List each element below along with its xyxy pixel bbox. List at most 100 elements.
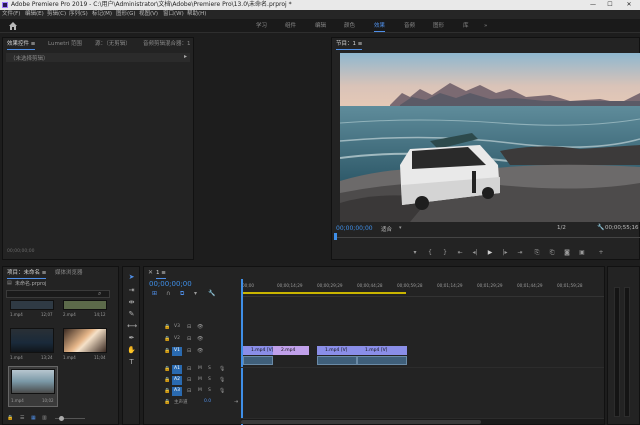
- pen-tool-icon[interactable]: ✒: [127, 334, 136, 343]
- go-to-out-icon[interactable]: ⇥: [516, 249, 524, 256]
- selection-tool-icon[interactable]: ➤: [127, 273, 136, 282]
- tab-media-browser[interactable]: 媒体浏览器: [55, 267, 83, 279]
- program-playhead-timecode[interactable]: 00;00;00;00: [336, 225, 373, 232]
- type-tool-icon[interactable]: T: [127, 358, 136, 367]
- project-thumb-5[interactable]: [11, 369, 55, 394]
- lock-icon[interactable]: 🔒: [164, 336, 170, 342]
- mute-button[interactable]: M: [198, 388, 202, 393]
- clip-3-a1[interactable]: [317, 356, 357, 365]
- mute-button[interactable]: M: [198, 377, 202, 382]
- list-view-icon[interactable]: ☰: [20, 415, 24, 421]
- maximize-button[interactable]: ☐: [603, 0, 617, 10]
- fit-chevron-down-icon[interactable]: ▾: [399, 225, 402, 231]
- add-button-icon[interactable]: +: [597, 249, 605, 256]
- clip-1-v1[interactable]: 1.mp4 [V]: [243, 346, 273, 355]
- track-select-tool-icon[interactable]: ⇥: [127, 286, 136, 295]
- voiceover-mic-icon[interactable]: 🎙: [219, 366, 225, 372]
- timeline-clip-video[interactable]: 1.mp4 [V] 2.mp4: [243, 346, 309, 355]
- expand-arrow-icon[interactable]: ▸: [184, 53, 187, 60]
- workspace-tab-color[interactable]: 颜色: [344, 19, 355, 33]
- tab-program[interactable]: 节目：1 ≡: [336, 38, 363, 50]
- workspace-tab-learn[interactable]: 学习: [256, 19, 267, 33]
- close-sequence-icon[interactable]: ✕: [148, 269, 153, 276]
- lock-icon[interactable]: 🔒: [164, 366, 170, 372]
- eye-icon[interactable]: 👁: [197, 324, 203, 330]
- add-marker-timeline-icon[interactable]: ▾: [194, 290, 197, 297]
- work-area-bar[interactable]: [241, 292, 406, 294]
- sync-lock-icon[interactable]: ⊟: [187, 388, 191, 394]
- timeline-horizontal-scrollbar[interactable]: [241, 418, 604, 424]
- extract-icon[interactable]: ⎗: [548, 249, 556, 257]
- sync-lock-icon[interactable]: ⊟: [187, 324, 191, 330]
- clip-3-v1[interactable]: 1.mp4 [V]: [317, 346, 357, 355]
- lock-icon[interactable]: 🔒: [164, 324, 170, 330]
- tab-project[interactable]: 项目：未命名 ≡: [7, 267, 47, 279]
- project-thumb-2[interactable]: [63, 300, 107, 310]
- clip-4-v1[interactable]: 1.mp4 [V]: [357, 346, 407, 355]
- menu-marker[interactable]: 标记(M): [92, 10, 112, 19]
- menu-window[interactable]: 窗口(W): [163, 10, 184, 19]
- sync-lock-icon[interactable]: ⊟: [187, 336, 191, 342]
- workspace-tab-editing[interactable]: 编辑: [315, 19, 326, 33]
- workspace-tab-audio[interactable]: 音频: [404, 19, 415, 33]
- zoom-slider-handle[interactable]: [59, 416, 64, 421]
- mute-button[interactable]: M: [198, 366, 202, 371]
- add-marker-icon[interactable]: ▾: [411, 249, 419, 256]
- search-icon[interactable]: ⌕: [98, 290, 101, 298]
- tab-audio-clip-mixer[interactable]: 音频剪辑混合器：1: [143, 38, 191, 50]
- project-thumb-1[interactable]: [10, 300, 54, 310]
- project-search-input[interactable]: [6, 290, 110, 298]
- workspace-tab-libraries[interactable]: 库: [463, 19, 469, 33]
- step-forward-icon[interactable]: |▸: [501, 249, 509, 256]
- snap-magnet-icon[interactable]: ∩: [166, 290, 170, 297]
- project-thumb-4[interactable]: [63, 328, 107, 353]
- time-ruler[interactable]: 00;00 00;00;14;29 00;00;29;29 00;00;44;2…: [241, 279, 604, 297]
- solo-button[interactable]: S: [208, 377, 211, 382]
- workspace-tab-graphics[interactable]: 图形: [433, 19, 444, 33]
- eye-icon[interactable]: 👁: [197, 336, 203, 342]
- master-volume-value[interactable]: 0.0: [204, 399, 211, 404]
- lock-icon[interactable]: 🔒: [164, 399, 170, 405]
- linked-selection-icon[interactable]: ⧉: [180, 290, 184, 298]
- lock-icon[interactable]: 🔒: [7, 415, 13, 421]
- export-frame-icon[interactable]: ◙: [563, 249, 571, 256]
- lock-icon[interactable]: 🔒: [164, 377, 170, 383]
- sync-lock-icon[interactable]: ⊟: [187, 377, 191, 383]
- minimize-button[interactable]: —: [586, 0, 600, 10]
- nest-toggle-icon[interactable]: ⊞: [152, 290, 157, 297]
- go-to-end-icon[interactable]: ⇥: [234, 399, 238, 405]
- menu-graphics[interactable]: 图形(G): [116, 10, 136, 19]
- go-to-in-icon[interactable]: ⇤: [456, 249, 464, 256]
- mark-in-icon[interactable]: {: [426, 249, 434, 256]
- fit-dropdown[interactable]: 适合: [381, 225, 392, 233]
- lock-icon[interactable]: 🔒: [164, 388, 170, 394]
- sync-lock-icon[interactable]: ⊟: [187, 348, 191, 354]
- tab-source[interactable]: 源：（无剪辑）: [95, 38, 131, 50]
- icon-view-icon[interactable]: ▦: [31, 415, 36, 421]
- tab-sequence[interactable]: 1 ≡: [156, 267, 166, 279]
- ripple-edit-tool-icon[interactable]: ⇹: [127, 298, 136, 307]
- menu-clip[interactable]: 剪辑(C): [47, 10, 66, 19]
- menu-edit[interactable]: 编辑(E): [25, 10, 44, 19]
- menu-view[interactable]: 视图(V): [139, 10, 158, 19]
- timeline-timecode[interactable]: 00;00;00;00: [149, 280, 192, 288]
- program-playhead[interactable]: [334, 233, 337, 240]
- step-back-icon[interactable]: ◂|: [471, 249, 479, 256]
- tab-lumetri-scopes[interactable]: Lumetri 范围: [48, 38, 82, 50]
- timeline-scroll-thumb[interactable]: [241, 420, 481, 424]
- menu-file[interactable]: 文件(F): [2, 10, 20, 19]
- project-thumb-3[interactable]: [10, 328, 54, 353]
- timeline-settings-wrench-icon[interactable]: 🔧: [208, 290, 215, 297]
- close-button[interactable]: ✕: [622, 0, 636, 10]
- clip-1-a1[interactable]: [243, 356, 273, 365]
- solo-button[interactable]: S: [208, 366, 211, 371]
- eye-icon[interactable]: 👁: [197, 348, 203, 354]
- hand-tool-icon[interactable]: ✋: [127, 346, 136, 355]
- home-icon[interactable]: [9, 22, 17, 30]
- workspace-tab-assembly[interactable]: 组件: [285, 19, 296, 33]
- voiceover-mic-icon[interactable]: 🎙: [219, 377, 225, 383]
- razor-tool-icon[interactable]: ✎: [127, 310, 136, 319]
- workspace-more-button[interactable]: »: [484, 19, 487, 33]
- clip-4-a1[interactable]: [357, 356, 407, 365]
- resolution-dropdown[interactable]: 1/2: [557, 225, 566, 231]
